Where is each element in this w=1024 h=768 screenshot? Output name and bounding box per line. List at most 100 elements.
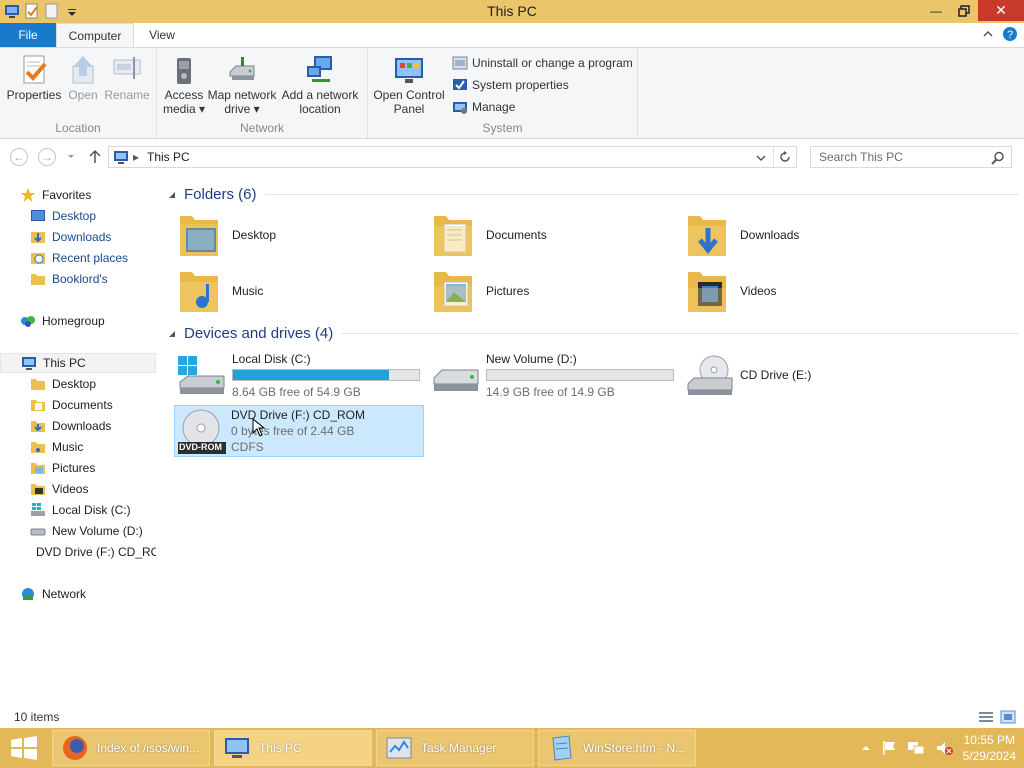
nav-fav-desktop[interactable]: Desktop (30, 206, 96, 226)
breadcrumb-this-pc[interactable]: This PC (147, 150, 190, 164)
address-bar[interactable]: ▸ This PC (108, 146, 797, 168)
nav-pc-videos[interactable]: Videos (30, 479, 88, 499)
drive-new-volume-d[interactable]: New Volume (D:) 14.9 GB free of 14.9 GB (430, 352, 680, 404)
add-network-location-button[interactable]: Add a network location (279, 54, 361, 116)
folders-group-header[interactable]: Folders (6) (168, 186, 1018, 203)
nav-fav-recent-label: Recent places (52, 251, 129, 265)
folder-videos[interactable]: Videos (686, 266, 936, 316)
documents-folder-icon (434, 216, 472, 256)
action-center-flag-icon[interactable] (881, 740, 897, 756)
nav-fav-booklords[interactable]: Booklord's (30, 269, 108, 289)
nav-pc-pictures[interactable]: Pictures (30, 458, 95, 478)
nav-pc-dvd-drive-f[interactable]: DVD Drive (F:) CD_ROM (30, 542, 156, 562)
devices-group-header[interactable]: Devices and drives (4) (168, 325, 1018, 342)
rename-label: Rename (104, 88, 150, 102)
svg-text:?: ? (1007, 29, 1013, 41)
uninstall-program-button[interactable]: Uninstall or change a program (452, 55, 633, 71)
search-box[interactable]: Search This PC (810, 146, 1012, 168)
drive-dvd-f[interactable]: DVD-ROM DVD Drive (F:) CD_ROM 0 bytes fr… (174, 405, 424, 457)
access-media-button[interactable]: Access media ▾ (161, 54, 207, 116)
drive-c-usage-bar (232, 369, 420, 381)
drive-cd-e[interactable]: CD Drive (E:) (684, 352, 934, 404)
properties-button[interactable]: Properties (6, 54, 62, 102)
nav-fav-desktop-label: Desktop (52, 209, 97, 223)
open-button[interactable]: Open (64, 54, 102, 102)
folder-videos-label: Videos (740, 284, 777, 298)
nav-pc-dvd-drive-f-label: DVD Drive (F:) CD_ROM (36, 545, 156, 559)
taskbar-firefox-label: Index of /isos/win... (97, 741, 200, 755)
nav-network[interactable]: Network (20, 584, 86, 604)
start-button[interactable] (10, 736, 38, 760)
show-hidden-icons-icon[interactable] (861, 743, 871, 753)
tab-view[interactable]: View (138, 23, 186, 47)
taskbar: Index of /isos/win... This PC Task Manag… (0, 728, 1024, 768)
nav-pc-local-disk-c[interactable]: Local Disk (C:) (30, 500, 131, 520)
nav-fav-recent[interactable]: Recent places (30, 248, 128, 268)
system-properties-button[interactable]: System properties (452, 77, 569, 93)
nav-homegroup[interactable]: Homegroup (20, 311, 105, 331)
manage-button[interactable]: Manage (452, 99, 515, 115)
rename-button[interactable]: Rename (104, 54, 150, 102)
nav-pc-downloads-label: Downloads (52, 419, 112, 433)
nav-pc-desktop-label: Desktop (52, 377, 97, 391)
nav-pc-documents[interactable]: Documents (30, 395, 113, 415)
minimize-button[interactable]: — (922, 0, 950, 21)
add-network-location-icon (304, 54, 336, 86)
large-icons-view-icon[interactable] (1000, 710, 1016, 724)
address-dropdown-icon[interactable] (756, 153, 766, 163)
close-button[interactable]: ✕ (978, 0, 1024, 21)
search-icon[interactable] (991, 151, 1005, 165)
downloads-folder-icon (688, 216, 726, 256)
drive-e-name: CD Drive (E:) (740, 368, 812, 382)
folder-pictures-label: Pictures (486, 284, 530, 298)
nav-favorites[interactable]: Favorites (20, 185, 91, 205)
up-button[interactable] (88, 149, 102, 165)
drive-icon (433, 369, 479, 391)
notepad-icon (552, 735, 572, 761)
nav-this-pc[interactable]: This PC (0, 353, 156, 373)
tab-file[interactable]: File (0, 23, 56, 47)
control-panel-icon (393, 54, 425, 86)
taskbar-notepad[interactable]: WinStore.htm - N... (538, 730, 696, 766)
folder-documents[interactable]: Documents (432, 210, 682, 260)
taskbar-this-pc[interactable]: This PC (214, 730, 372, 766)
location-group-title: Location (55, 121, 101, 135)
breadcrumb-separator[interactable]: ▸ (133, 150, 139, 164)
restore-button[interactable] (950, 0, 978, 21)
uninstall-label: Uninstall or change a program (472, 56, 633, 70)
folder-music[interactable]: Music (178, 266, 428, 316)
expand-ribbon-icon[interactable] (982, 28, 994, 40)
nav-pc-downloads[interactable]: Downloads (30, 416, 111, 436)
map-network-drive-button[interactable]: Map network drive ▾ (207, 54, 277, 116)
recent-locations-icon[interactable] (66, 151, 76, 161)
folder-downloads-label: Downloads (740, 228, 800, 242)
star-icon (21, 188, 35, 202)
open-label: Open (68, 88, 98, 102)
manage-icon (453, 102, 467, 114)
devices-header-label: Devices and drives (4) (184, 325, 334, 342)
open-control-panel-button[interactable]: Open Control Panel (372, 54, 446, 116)
nav-pc-new-volume-d[interactable]: New Volume (D:) (30, 521, 143, 541)
volume-muted-icon[interactable] (935, 740, 953, 756)
tab-computer[interactable]: Computer (56, 23, 134, 47)
nav-pc-new-volume-d-label: New Volume (D:) (52, 524, 143, 538)
taskbar-firefox[interactable]: Index of /isos/win... (52, 730, 210, 766)
nav-pc-music[interactable]: Music (30, 437, 83, 457)
network-status-icon[interactable] (907, 740, 925, 756)
back-button[interactable]: ← (10, 148, 28, 166)
drive-local-disk-c[interactable]: Local Disk (C:) 8.64 GB free of 54.9 GB (176, 352, 426, 404)
nav-pc-desktop[interactable]: Desktop (30, 374, 96, 394)
forward-button[interactable]: → (38, 148, 56, 166)
nav-fav-downloads[interactable]: Downloads (30, 227, 111, 247)
folder-desktop[interactable]: Desktop (178, 210, 428, 260)
refresh-icon[interactable] (778, 150, 792, 164)
group-divider (264, 194, 1018, 195)
clock[interactable]: 10:55 PM 5/29/2024 (963, 732, 1016, 764)
system-group-title: System (482, 121, 523, 135)
details-view-icon[interactable] (978, 710, 994, 724)
folder-downloads[interactable]: Downloads (686, 210, 936, 260)
taskbar-task-manager[interactable]: Task Manager (376, 730, 534, 766)
help-icon[interactable]: ? (1002, 26, 1018, 42)
view-switcher (978, 710, 1016, 724)
folder-pictures[interactable]: Pictures (432, 266, 682, 316)
